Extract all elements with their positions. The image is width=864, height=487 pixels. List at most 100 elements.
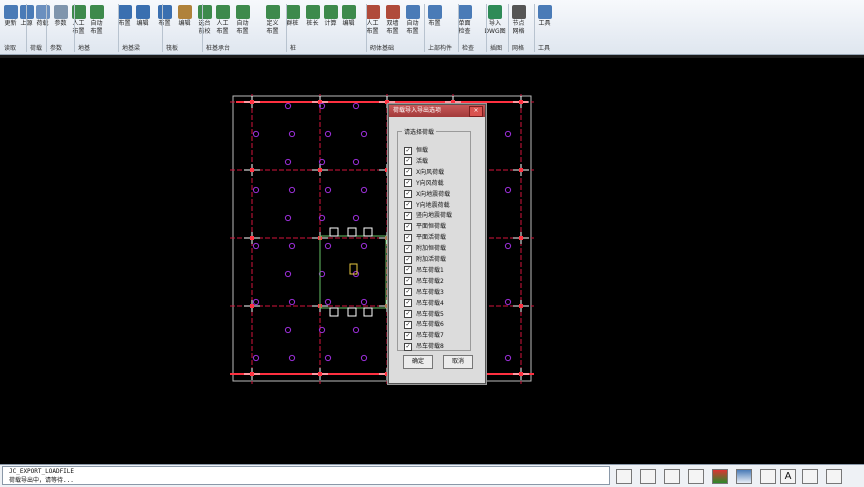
pile-marker: [504, 354, 512, 362]
layer-icon[interactable]: [688, 469, 704, 484]
ribbon-button-7[interactable]: 编辑: [134, 5, 151, 28]
ribbon-button-17[interactable]: 编辑: [340, 5, 357, 28]
ribbon-button-5[interactable]: 自动布置: [88, 5, 105, 36]
load-checkbox-row[interactable]: ✓ 平面活荷载: [404, 233, 446, 243]
column-node: [318, 168, 322, 172]
load-checkbox-row[interactable]: ✓ 吊车荷载1: [404, 266, 444, 276]
cube-icon[interactable]: [664, 469, 680, 484]
checkbox[interactable]: ✓: [404, 211, 412, 220]
checkbox[interactable]: ✓: [404, 201, 412, 209]
export-icon[interactable]: [712, 469, 728, 484]
checkbox[interactable]: ✓: [404, 146, 412, 155]
checkbox[interactable]: ✓: [404, 331, 412, 340]
load-checkbox-row[interactable]: ✓ 吊车荷载7: [404, 331, 444, 341]
checkbox[interactable]: ✓: [404, 157, 412, 166]
column-node: [318, 372, 322, 376]
beam-place-icon: [117, 5, 132, 19]
ribbon-button-13[interactable]: 定义布置: [264, 5, 281, 36]
checkbox[interactable]: ✓: [404, 266, 412, 275]
ribbon-button-9[interactable]: 编辑: [176, 5, 193, 28]
load-checkbox-row[interactable]: ✓ 吊车荷载5: [404, 310, 444, 320]
ribbon-button-4[interactable]: 人工布置: [70, 5, 87, 36]
checkbox[interactable]: ✓: [404, 222, 412, 231]
ribbon-button-25[interactable]: 工具: [536, 5, 553, 28]
ribbon-button-label: 桩长: [306, 20, 319, 27]
ribbon-button-0[interactable]: 更新: [2, 5, 19, 28]
ribbon-button-15[interactable]: 桩长: [304, 5, 321, 28]
calc-icon: [323, 5, 338, 19]
dialog-titlebar[interactable]: 荷载导入导出选项 ×: [389, 105, 485, 117]
table-icon[interactable]: [736, 469, 752, 484]
ribbon-separator: [286, 4, 287, 52]
load-checkbox-row[interactable]: ✓ Y向风荷载: [404, 179, 444, 189]
checkbox-label: 吊车荷载4: [416, 299, 444, 307]
ok-button[interactable]: 确定: [403, 355, 433, 369]
load-checkbox-row[interactable]: ✓ 吊车荷载2: [404, 277, 444, 287]
checkbox[interactable]: ✓: [404, 244, 412, 253]
ribbon-button-10[interactable]: 选台前校: [196, 5, 213, 36]
ribbon-button-12[interactable]: 自动布置: [234, 5, 251, 36]
checkbox-label: 平面恒荷载: [416, 223, 447, 231]
checkbox[interactable]: ✓: [404, 190, 412, 199]
cancel-button[interactable]: 取消: [443, 355, 473, 369]
ribbon-button-19[interactable]: 双墙布置: [384, 5, 401, 36]
box-icon[interactable]: [640, 469, 656, 484]
check-icon: [457, 5, 472, 19]
ribbon-button-label: 布置: [118, 20, 131, 27]
load-checkbox-row[interactable]: ✓ 恒载: [404, 146, 428, 156]
import-dwg-icon: [488, 5, 502, 19]
checkbox[interactable]: ✓: [404, 342, 412, 351]
grid-icon[interactable]: [826, 469, 842, 484]
load-checkbox-row[interactable]: ✓ 竖向地震荷载: [404, 211, 452, 221]
checkbox-label: Y向地震荷载: [416, 201, 450, 209]
auto-place-icon: [89, 5, 104, 19]
ribbon-button-21[interactable]: 布置: [426, 5, 443, 28]
pile-marker: [324, 130, 332, 138]
checkbox[interactable]: ✓: [404, 233, 412, 242]
ribbon-button-label: 群桩: [286, 20, 299, 27]
command-window[interactable]: JC_EXPORT_LOADFILE 荷载导出中，请等待...: [2, 466, 610, 485]
save-icon[interactable]: [760, 469, 776, 484]
load-checkbox-row[interactable]: ✓ 活载: [404, 157, 428, 167]
load-checkbox-row[interactable]: ✓ 吊车荷载4: [404, 299, 444, 309]
load-checkbox-row[interactable]: ✓ X向风荷载: [404, 168, 444, 178]
ribbon-button-label: 定义布置: [266, 20, 279, 35]
checkbox[interactable]: ✓: [404, 299, 412, 308]
ribbon-button-3[interactable]: 参数: [52, 5, 69, 28]
checkbox[interactable]: ✓: [404, 320, 412, 329]
ribbon-button-20[interactable]: 自动布置: [404, 5, 421, 36]
view-icon[interactable]: [616, 469, 632, 484]
column-node: [519, 168, 523, 172]
ribbon-group-label: 筏板: [166, 45, 179, 52]
load-checkbox-row[interactable]: ✓ 吊车荷载6: [404, 320, 444, 330]
pile-marker: [352, 102, 360, 110]
ribbon-button-23[interactable]: 导入DWG图: [484, 5, 506, 36]
text-size-icon[interactable]: A: [780, 469, 796, 484]
ribbon-button-24[interactable]: 节点网格: [510, 5, 527, 36]
fit-icon[interactable]: [802, 469, 818, 484]
ribbon-button-8[interactable]: 布置: [156, 5, 173, 28]
checkbox[interactable]: ✓: [404, 310, 412, 318]
ribbon-button-16[interactable]: 计算: [322, 5, 339, 28]
ribbon-button-11[interactable]: 人工布置: [214, 5, 231, 36]
checkbox[interactable]: ✓: [404, 255, 412, 264]
ribbon-toolbar: 更新上源荷载参数人工布置自动布置布置编辑布置编辑选台前校人工布置自动布置定义布置…: [0, 0, 864, 55]
dialog-close-button[interactable]: ×: [469, 106, 483, 117]
load-checkbox-row[interactable]: ✓ 附加活荷载: [404, 255, 446, 265]
checkbox[interactable]: ✓: [404, 168, 412, 177]
load-checkbox-row[interactable]: ✓ Y向地震荷载: [404, 201, 450, 211]
checkbox-label: Y向风荷载: [416, 179, 444, 187]
pile-marker: [284, 102, 292, 110]
checkbox[interactable]: ✓: [404, 179, 412, 188]
checkbox[interactable]: ✓: [404, 288, 412, 297]
pile-length-icon: [305, 5, 320, 19]
load-checkbox-row[interactable]: ✓ 吊车荷载8: [404, 342, 444, 352]
ribbon-button-label: 更新: [4, 20, 17, 27]
auto-icon: [235, 5, 250, 19]
load-checkbox-row[interactable]: ✓ 吊车荷载3: [404, 288, 444, 298]
load-checkbox-row[interactable]: ✓ 附加恒荷载: [404, 244, 446, 254]
load-checkbox-row[interactable]: ✓ 平面恒荷载: [404, 222, 446, 232]
checkbox[interactable]: ✓: [404, 277, 412, 286]
ribbon-button-2[interactable]: 荷载: [34, 5, 51, 28]
load-checkbox-row[interactable]: ✓ X向地震荷载: [404, 190, 450, 200]
